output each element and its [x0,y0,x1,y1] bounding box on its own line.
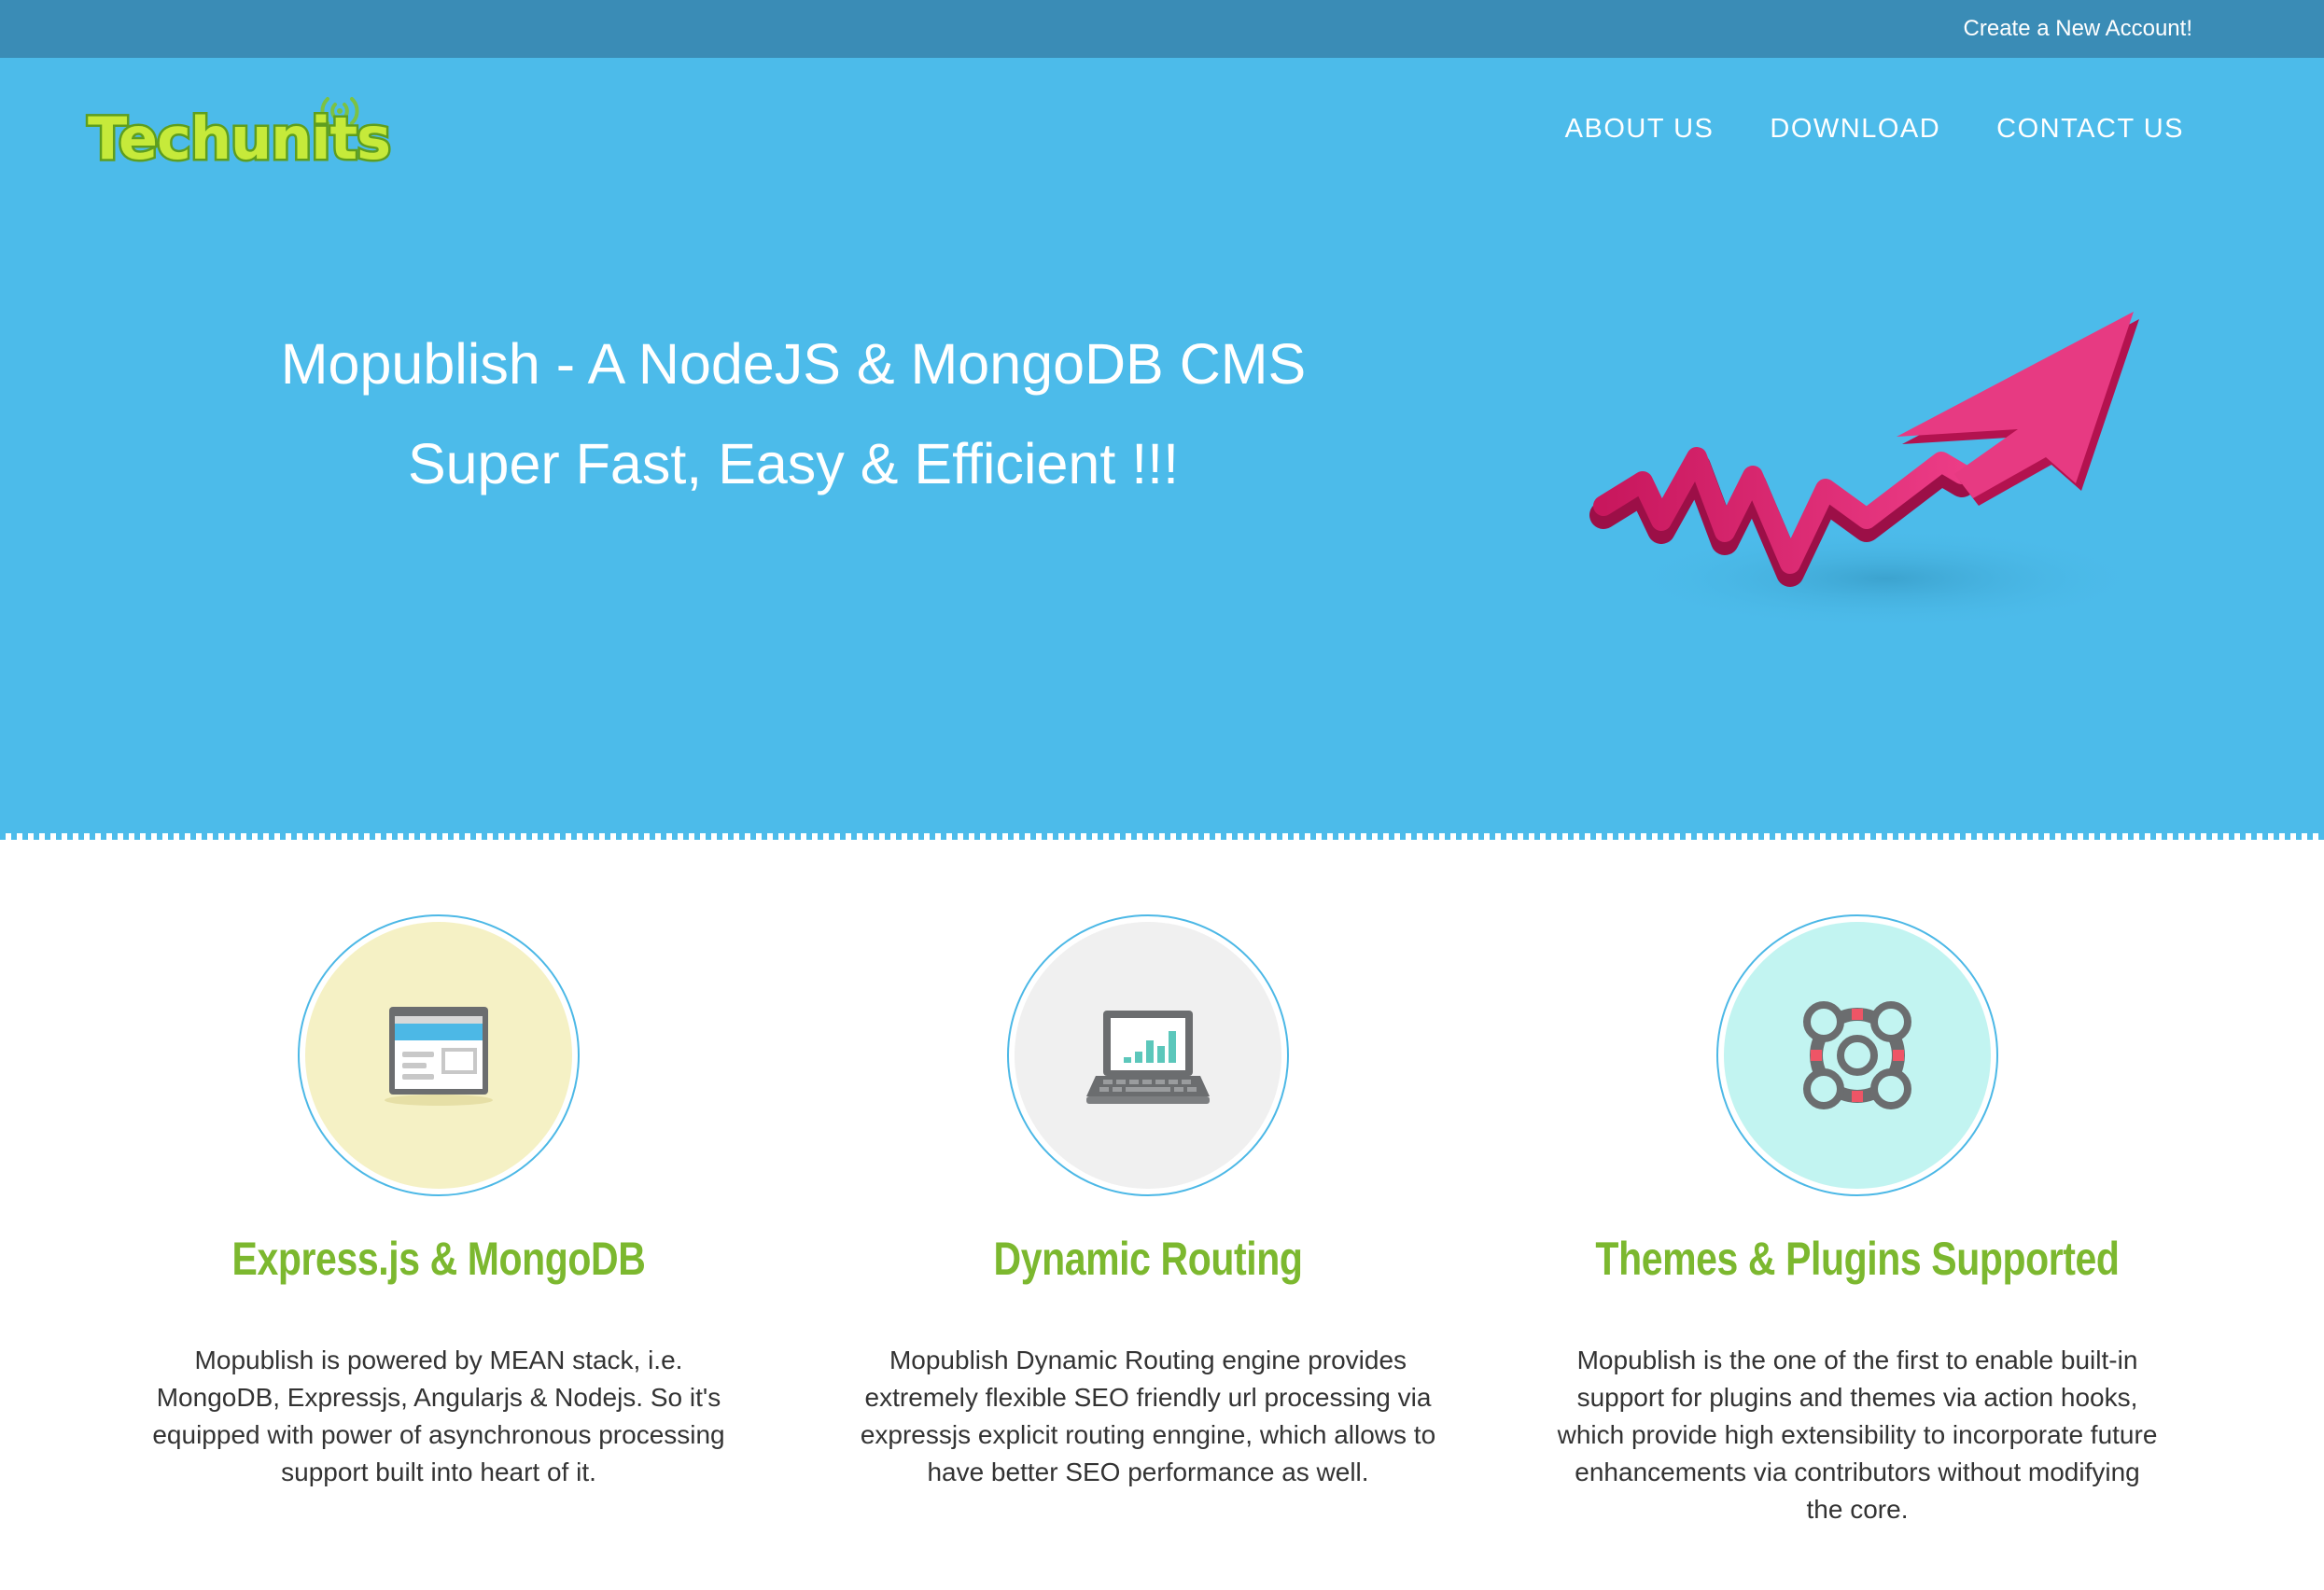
top-bar: Create a New Account! [0,0,2324,58]
feature-themes-plugins: Themes & Plugins Supported Mopublish is … [1503,914,2212,1528]
laptop-chart-icon [1086,1011,1210,1104]
hero-divider [0,833,2324,840]
lifebuoy-icon [1803,1001,1911,1109]
create-account-link[interactable]: Create a New Account! [1964,16,2192,42]
growth-arrow-illustration [1589,312,2147,630]
hero-subtitle: Super Fast, Easy & Efficient !!! [407,432,1180,495]
feature-title: Themes & Plugins Supported [1595,1233,2120,1285]
feature-dynamic-routing: Dynamic Routing Mopublish Dynamic Routin… [793,914,1503,1491]
feature-description: Mopublish is the one of the first to ena… [1557,1346,2158,1524]
main-nav: ABOUT US DOWNLOAD CONTACT US [1565,114,2184,145]
feature-icon-circle [1716,914,1998,1196]
logo-wordmark: Techunits [88,105,390,168]
nav-about-us[interactable]: ABOUT US [1565,114,1715,145]
feature-title: Dynamic Routing [993,1233,1303,1285]
browser-window-icon [385,1007,493,1106]
feature-icon-circle [1007,914,1289,1196]
feature-description: Mopublish Dynamic Routing engine provide… [860,1346,1436,1486]
feature-description: Mopublish is powered by MEAN stack, i.e.… [152,1346,725,1486]
feature-title: Express.js & MongoDB [231,1233,646,1285]
nav-contact-us[interactable]: CONTACT US [1996,114,2184,145]
techunits-logo[interactable]: Techunits [82,91,437,168]
nav-download[interactable]: DOWNLOAD [1770,114,1940,145]
feature-icon-circle [298,914,580,1196]
hero-title: Mopublish - A NodeJS & MongoDB CMS [280,332,1307,396]
feature-express-mongodb: Express.js & MongoDB Mopublish is powere… [84,914,793,1491]
